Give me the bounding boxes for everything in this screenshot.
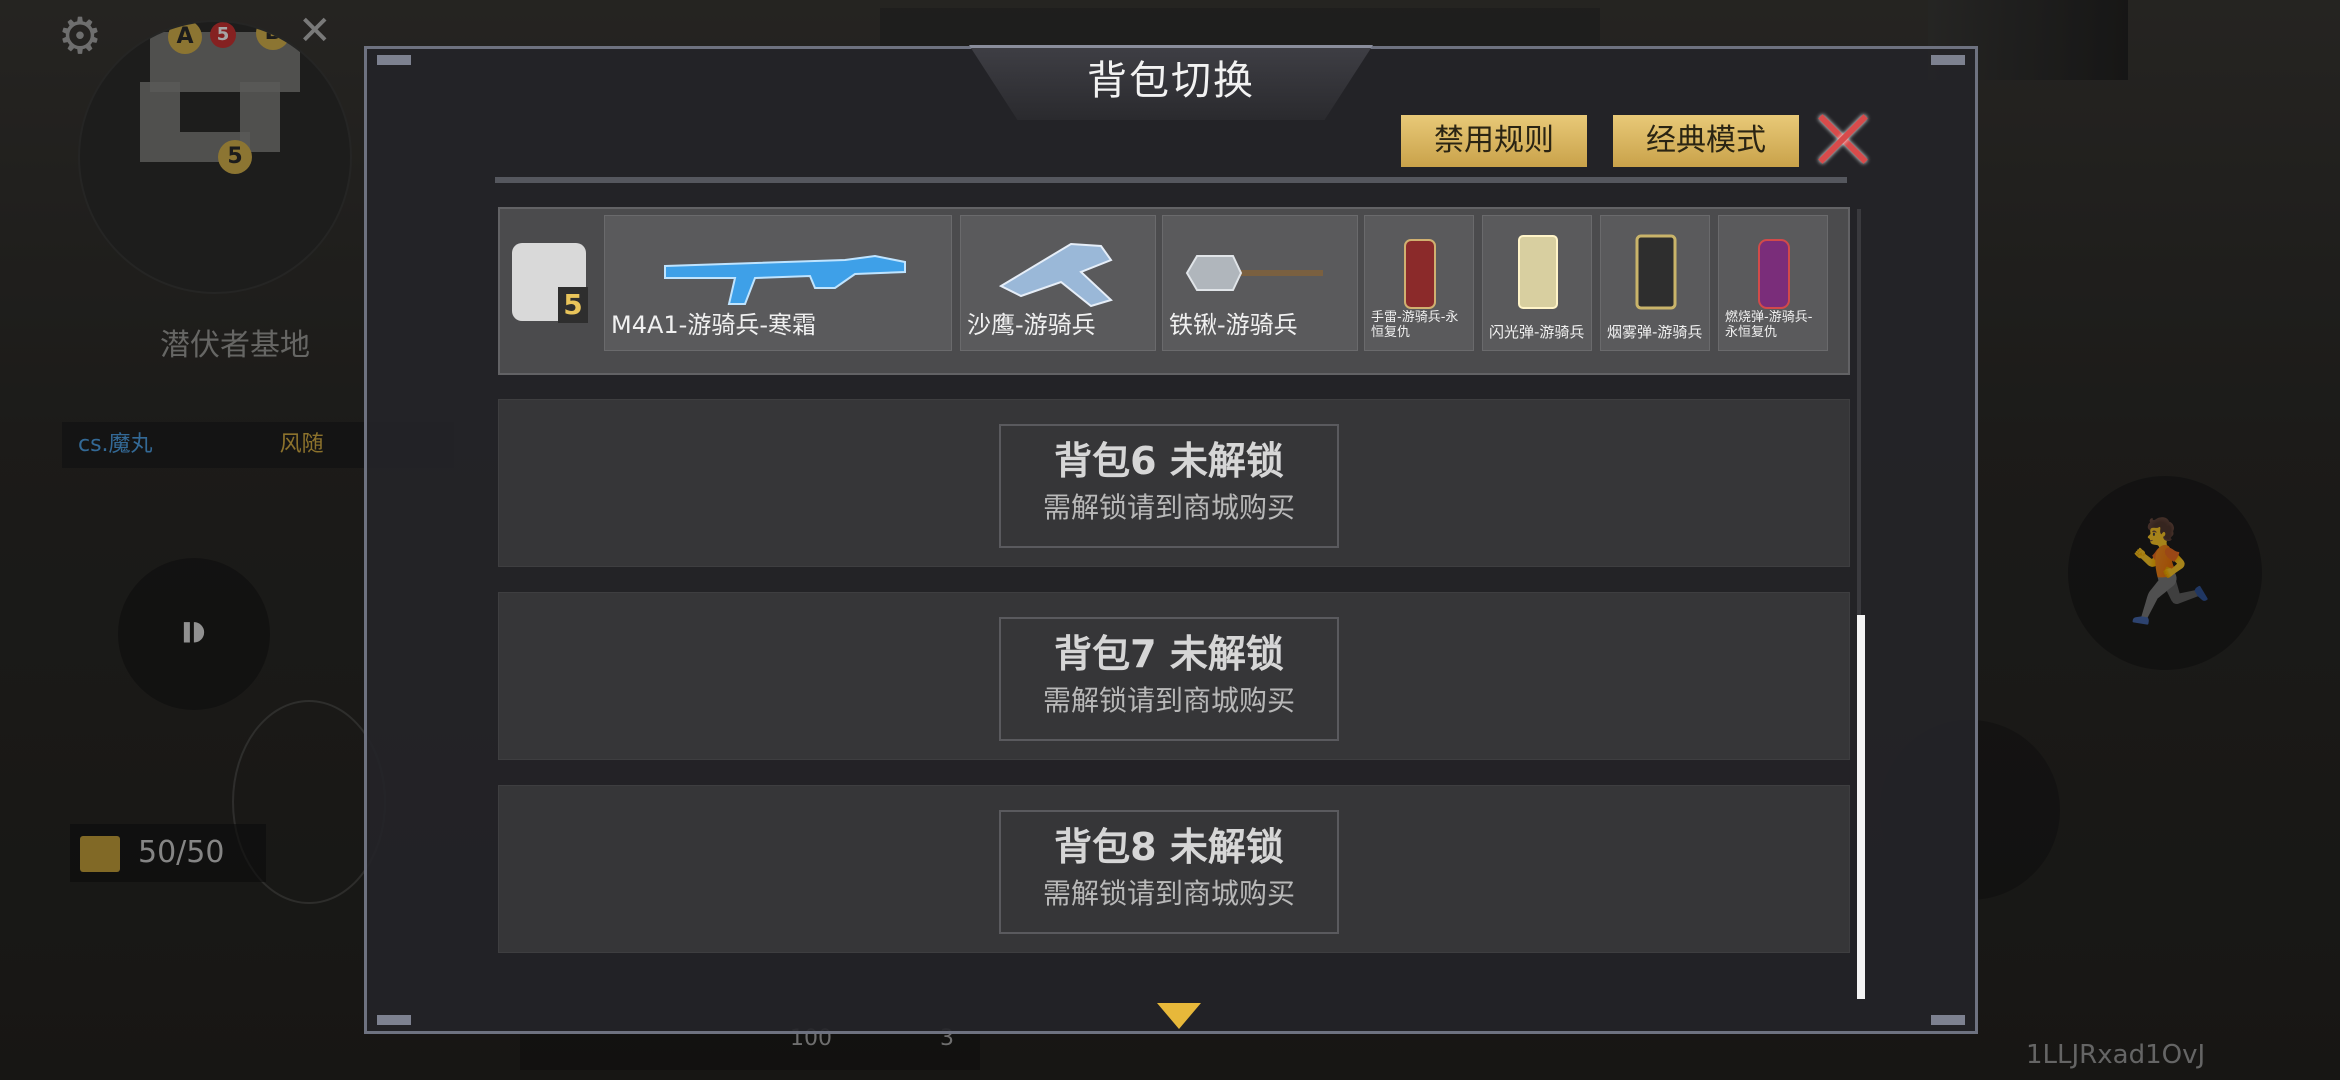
shovel-icon <box>1185 255 1323 291</box>
weapon-label: 沙鹰-游骑兵 <box>967 311 1096 339</box>
locked-pack-6[interactable]: 背包6 未解锁 需解锁请到商城购买 <box>498 399 1850 567</box>
ban-rules-button[interactable]: 禁用规则 <box>1401 115 1587 167</box>
locked-pack-7[interactable]: 背包7 未解锁 需解锁请到商城购买 <box>498 592 1850 760</box>
corner-decoration <box>1931 55 1965 65</box>
corner-decoration <box>377 1015 411 1025</box>
weapon-label: 手雷-游骑兵-永恒复仇 <box>1371 310 1459 340</box>
weapon-label: 烟雾弹-游骑兵 <box>1607 325 1703 340</box>
locked-pack-info: 背包7 未解锁 需解锁请到商城购买 <box>999 617 1339 741</box>
backpack-icon: 5 <box>512 243 588 323</box>
locked-pack-info: 背包6 未解锁 需解锁请到商城购买 <box>999 424 1339 548</box>
smoke-icon <box>1635 234 1677 310</box>
grenade-icon <box>1404 239 1436 309</box>
weapon-slot-smoke[interactable]: 烟雾弹-游骑兵 <box>1600 215 1710 351</box>
weapon-slot-molotov[interactable]: 燃烧弹-游骑兵-永恒复仇 <box>1718 215 1828 351</box>
divider <box>495 177 1847 183</box>
weapon-slot-secondary[interactable]: 沙鹰-游骑兵 <box>960 215 1156 351</box>
close-icon[interactable] <box>1815 111 1871 167</box>
locked-pack-subtitle: 需解锁请到商城购买 <box>1042 877 1295 910</box>
weapon-slot-grenade[interactable]: 手雷-游骑兵-永恒复仇 <box>1364 215 1474 351</box>
locked-pack-subtitle: 需解锁请到商城购买 <box>1042 491 1295 524</box>
weapon-label: 燃烧弹-游骑兵-永恒复仇 <box>1725 310 1813 340</box>
weapon-label: 铁锹-游骑兵 <box>1169 311 1298 339</box>
locked-pack-title: 背包7 未解锁 <box>1054 632 1284 676</box>
current-loadout-row[interactable]: 5 M4A1-游骑兵-寒霜 沙鹰-游骑兵 铁锹-游骑兵 手雷-游骑兵-永恒复仇 … <box>498 207 1850 375</box>
pistol-icon <box>998 242 1113 308</box>
weapon-label: 闪光弹-游骑兵 <box>1489 325 1585 340</box>
weapon-slot-flashbang[interactable]: 闪光弹-游骑兵 <box>1482 215 1592 351</box>
flashbang-icon <box>1518 235 1558 309</box>
weapon-slot-primary[interactable]: M4A1-游骑兵-寒霜 <box>604 215 952 351</box>
rifle-icon <box>664 254 906 305</box>
corner-decoration <box>377 55 411 65</box>
locked-pack-title: 背包8 未解锁 <box>1054 825 1284 869</box>
scrollbar-thumb[interactable] <box>1857 615 1865 999</box>
locked-pack-info: 背包8 未解锁 需解锁请到商城购买 <box>999 810 1339 934</box>
pack-number: 5 <box>558 287 588 323</box>
dialog-title: 背包切换 <box>1087 58 1255 104</box>
locked-pack-8[interactable]: 背包8 未解锁 需解锁请到商城购买 <box>498 785 1850 953</box>
pack-switch-dialog: 背包切换 禁用规则 经典模式 5 M4A1-游骑兵-寒霜 沙鹰-游骑兵 铁锹-游… <box>364 45 1978 1034</box>
locked-pack-title: 背包6 未解锁 <box>1054 439 1284 483</box>
scroll-down-arrow-icon[interactable] <box>1157 1003 1201 1029</box>
molotov-icon <box>1758 239 1790 309</box>
classic-mode-button[interactable]: 经典模式 <box>1613 115 1799 167</box>
corner-decoration <box>1931 1015 1965 1025</box>
weapon-label: M4A1-游骑兵-寒霜 <box>611 311 816 339</box>
locked-pack-subtitle: 需解锁请到商城购买 <box>1042 684 1295 717</box>
weapon-slot-melee[interactable]: 铁锹-游骑兵 <box>1162 215 1358 351</box>
